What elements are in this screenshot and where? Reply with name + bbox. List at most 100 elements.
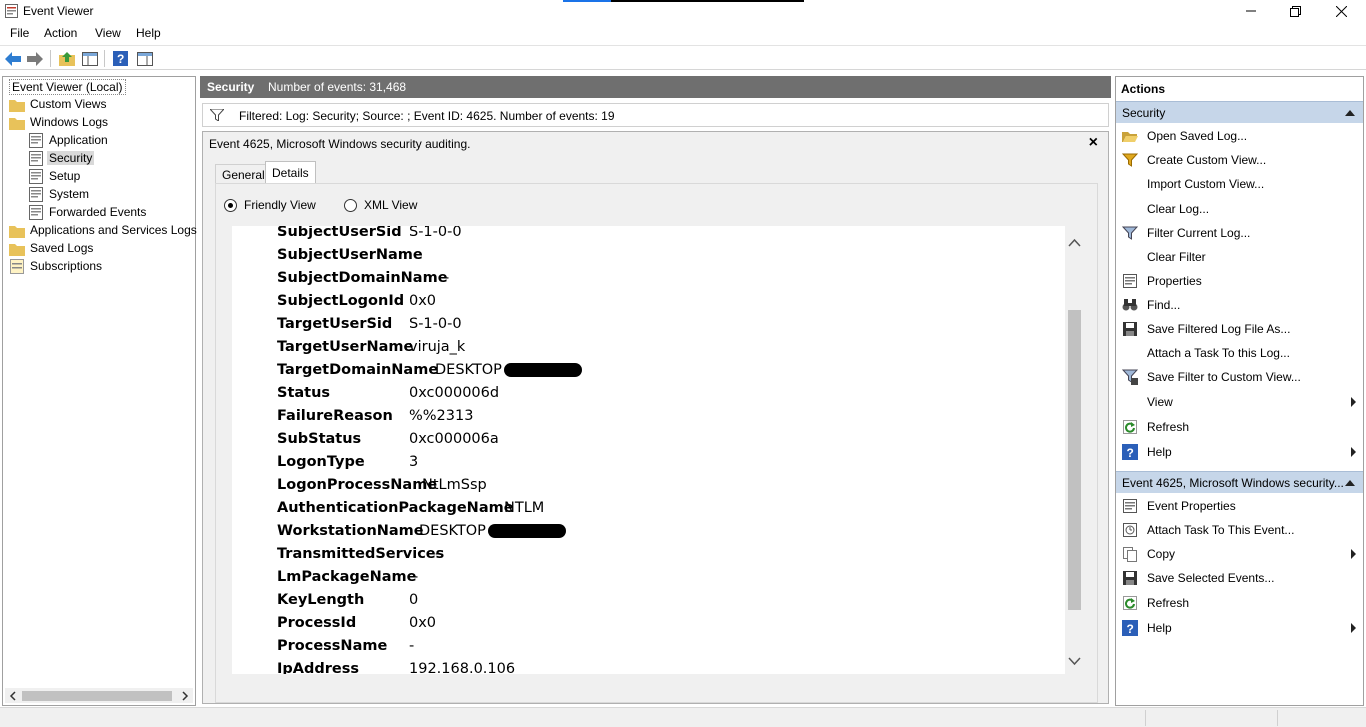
field-row: TargetUserName viruja_k <box>277 339 465 359</box>
action-save-filter-to-custom-view[interactable]: Save Filter to Custom View... <box>1116 366 1363 388</box>
action-clear-log[interactable]: Clear Log... <box>1116 198 1363 220</box>
submenu-arrow-icon <box>1351 447 1356 457</box>
tree-windows-logs[interactable]: Windows Logs <box>9 113 110 131</box>
close-detail-button[interactable]: × <box>1089 134 1098 152</box>
scrollbar-thumb[interactable] <box>22 691 172 701</box>
action-label: Properties <box>1147 274 1202 288</box>
actions-security-section[interactable]: Security <box>1116 101 1363 123</box>
action-create-custom-view[interactable]: Create Custom View... <box>1116 149 1363 171</box>
task-icon <box>1122 522 1138 538</box>
field-value: 0 <box>409 592 419 608</box>
details-vertical-scrollbar[interactable] <box>1066 226 1083 674</box>
tree-system[interactable]: System <box>28 185 91 203</box>
field-row: IpAddress 192.168.0.106 <box>277 661 515 674</box>
tree-subscriptions[interactable]: Subscriptions <box>9 257 104 275</box>
actions-event-section[interactable]: Event 4625, Microsoft Windows security..… <box>1116 471 1363 493</box>
action-copy[interactable]: Copy <box>1116 543 1363 565</box>
action-attach-a-task-to-this-log[interactable]: Attach a Task To this Log... <box>1116 342 1363 364</box>
action-save-filtered-log-file-as[interactable]: Save Filtered Log File As... <box>1116 318 1363 340</box>
restore-button[interactable] <box>1272 0 1318 22</box>
close-button[interactable] <box>1318 0 1364 22</box>
action-open-saved-log[interactable]: Open Saved Log... <box>1116 125 1363 147</box>
field-value-wrap: - <box>417 247 422 263</box>
tab-general[interactable]: General <box>215 164 272 184</box>
back-button[interactable] <box>4 50 21 67</box>
action-event-properties[interactable]: Event Properties <box>1116 495 1363 517</box>
action-import-custom-view[interactable]: Import Custom View... <box>1116 173 1363 195</box>
show-action-pane-button[interactable] <box>136 50 153 67</box>
scroll-up-icon <box>1068 238 1081 247</box>
actions-header: Actions <box>1121 82 1166 96</box>
menu-file[interactable]: File <box>10 26 29 40</box>
field-value-wrap: 0xc000006d <box>409 385 499 401</box>
field-value: - <box>417 247 423 263</box>
scrollbar-thumb[interactable] <box>1068 310 1081 610</box>
friendly-view-radio[interactable]: Friendly View <box>224 198 316 212</box>
tree-label: Security <box>47 151 95 165</box>
tree-label: Windows Logs <box>30 115 109 129</box>
field-value: 0x0 <box>409 293 437 309</box>
action-help[interactable]: ? Help <box>1116 617 1363 639</box>
minimize-button[interactable] <box>1228 0 1274 22</box>
tab-details[interactable]: Details <box>265 161 316 184</box>
field-key: TargetDomainName <box>277 362 439 378</box>
menu-view[interactable]: View <box>95 26 121 40</box>
field-value: 0x0 <box>409 615 437 631</box>
field-row: ProcessId 0x0 <box>277 615 436 635</box>
toolbar: ? <box>0 45 1366 70</box>
redaction-mark <box>503 363 582 377</box>
xml-view-radio[interactable]: XML View <box>344 198 417 212</box>
field-value: NtLmSsp <box>422 477 487 493</box>
tree-applications-services[interactable]: Applications and Services Logs <box>9 221 199 239</box>
tree-label: Application <box>49 133 108 147</box>
action-refresh[interactable]: Refresh <box>1116 416 1363 438</box>
field-key: Status <box>277 385 331 401</box>
title-bar: Event Viewer <box>0 0 1366 22</box>
field-value: - <box>435 546 441 562</box>
action-help[interactable]: ? Help <box>1116 441 1363 463</box>
tree-forwarded-events[interactable]: Forwarded Events <box>28 203 148 221</box>
field-value-wrap: - <box>435 546 440 562</box>
field-value: S-1-0-0 <box>409 316 462 332</box>
middle-pane: Security Number of events: 31,468 Filter… <box>200 76 1111 706</box>
tree-security[interactable]: Security <box>28 149 95 167</box>
properties-icon <box>1122 273 1138 289</box>
action-properties[interactable]: Properties <box>1116 270 1363 292</box>
menu-action[interactable]: Action <box>44 26 77 40</box>
folder-icon <box>9 243 25 256</box>
action-refresh[interactable]: Refresh <box>1116 592 1363 614</box>
action-clear-filter[interactable]: Clear Filter <box>1116 246 1363 268</box>
field-row: LmPackageName - <box>277 569 418 589</box>
tree-application[interactable]: Application <box>28 131 110 149</box>
field-value-wrap: 0x0 <box>409 293 436 309</box>
restore-icon <box>1289 5 1301 17</box>
submenu-arrow-icon <box>1351 623 1356 633</box>
field-key: SubjectLogonId <box>277 293 405 309</box>
action-find[interactable]: Find... <box>1116 294 1363 316</box>
action-save-selected-events[interactable]: Save Selected Events... <box>1116 567 1363 589</box>
tree-root-label: Event Viewer (Local) <box>9 79 126 95</box>
field-key: SubjectUserSid <box>277 226 402 240</box>
tree-setup[interactable]: Setup <box>28 167 82 185</box>
tree-saved-logs[interactable]: Saved Logs <box>9 239 95 257</box>
action-attach-task-to-this-event[interactable]: Attach Task To This Event... <box>1116 519 1363 541</box>
action-filter-current-log[interactable]: Filter Current Log... <box>1116 222 1363 244</box>
show-hide-console-tree-button[interactable] <box>81 50 98 67</box>
menu-help[interactable]: Help <box>136 26 161 40</box>
tree-horizontal-scrollbar[interactable] <box>5 688 193 703</box>
help-button[interactable]: ? <box>112 50 129 67</box>
tree-root[interactable]: Event Viewer (Local) <box>9 78 126 96</box>
field-value: S-1-0-0 <box>409 226 462 240</box>
properties-icon <box>1122 498 1138 514</box>
svg-text:?: ? <box>117 52 124 66</box>
field-value: 3 <box>409 454 419 470</box>
action-label: Event Properties <box>1147 499 1236 513</box>
scroll-left-icon <box>9 691 16 701</box>
forward-button[interactable] <box>26 50 43 67</box>
tree-custom-views[interactable]: Custom Views <box>9 95 108 113</box>
action-view[interactable]: View <box>1116 391 1363 413</box>
field-row: AuthenticationPackageName NTLM <box>277 500 544 520</box>
up-folder-button[interactable] <box>58 50 75 67</box>
field-key: SubjectUserName <box>277 247 423 263</box>
field-key: ProcessName <box>277 638 388 654</box>
